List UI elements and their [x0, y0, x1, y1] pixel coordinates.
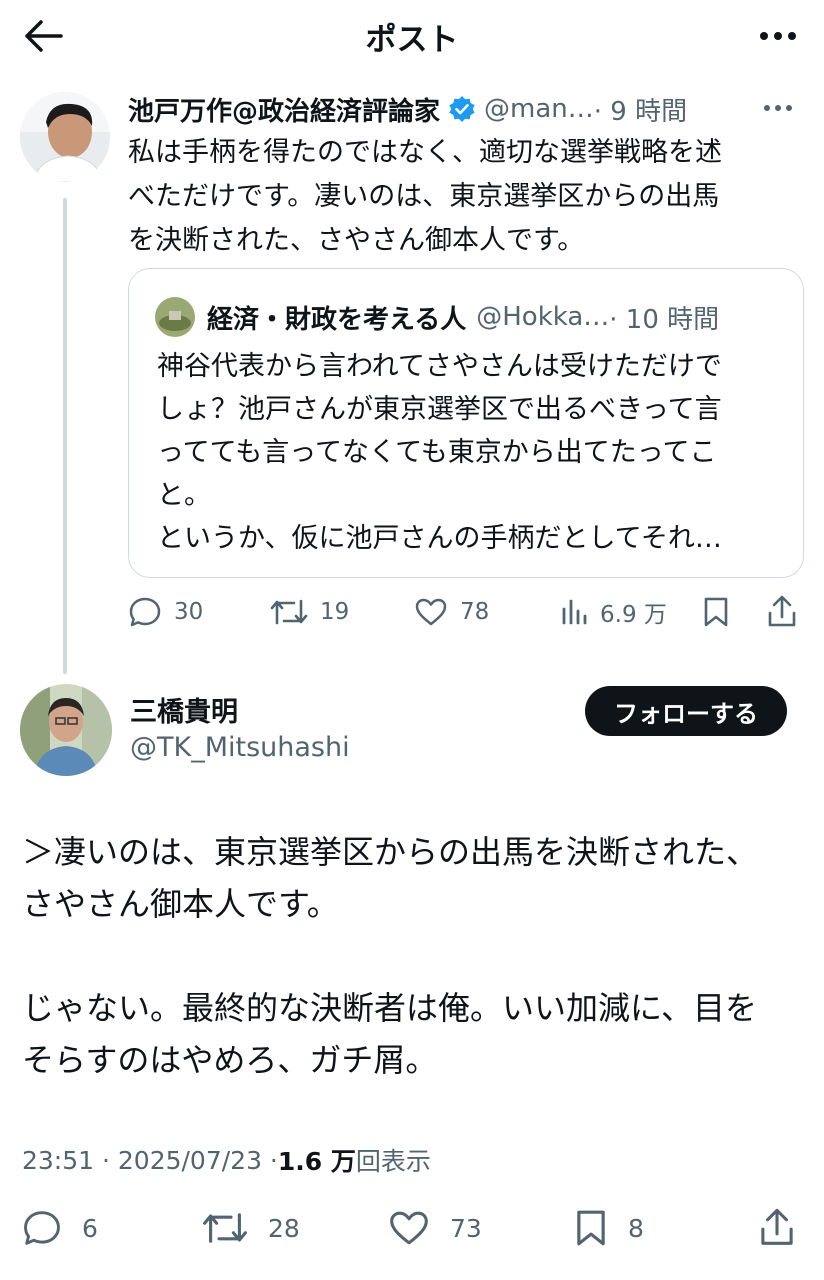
parent-post-header: 池戸万作@政治経済評論家 @man… · 9 時間	[128, 88, 808, 130]
verified-badge-icon	[448, 95, 476, 123]
quoted-avatar	[155, 297, 195, 337]
quoted-post-time: · 10 時間	[609, 304, 720, 335]
more-options-button[interactable]	[754, 16, 802, 56]
like-count: 73	[450, 1213, 482, 1243]
main-action-bar: 6 28 73 8	[0, 1206, 824, 1258]
parent-post-text: 私は手柄を得たのではなく、適切な選挙戦略を述 べただけです。凄いのは、東京選挙区…	[128, 137, 722, 256]
post-meta: 23:51 · 2025/07/23 · 1.6 万 回表示	[22, 1142, 431, 1178]
bookmark-count: 8	[628, 1213, 644, 1243]
bookmark-icon	[577, 1210, 605, 1246]
share-icon	[768, 595, 796, 627]
views-label: 回表示	[355, 1147, 431, 1176]
reply-icon	[24, 1211, 60, 1245]
like-button[interactable]: 73	[388, 1206, 482, 1250]
avatar[interactable]	[20, 92, 110, 182]
main-author-handle[interactable]: @TK_Mitsuhashi	[130, 732, 350, 763]
repost-count: 19	[320, 599, 350, 625]
bookmark-icon	[704, 597, 728, 627]
reply-button[interactable]: 6	[22, 1206, 98, 1250]
page-title: ポスト	[365, 22, 459, 58]
quoted-author-handle: @Hokka…	[476, 302, 610, 332]
parent-more-button[interactable]	[760, 90, 796, 126]
reply-count: 6	[82, 1213, 98, 1243]
views-count: 1.6 万	[277, 1147, 356, 1176]
more-horizontal-icon	[764, 105, 792, 111]
parent-post-time[interactable]: · 9 時間	[594, 91, 687, 128]
quoted-post-text: 神谷代表から言われてさやさんは受けただけで しょ？池戸さんが東京選挙区で出るべき…	[157, 351, 722, 554]
quoted-post-header: 経済・財政を考える人 @Hokka… · 10 時間	[155, 297, 719, 337]
views-button[interactable]: 6.9 万	[560, 590, 667, 634]
more-horizontal-icon	[760, 32, 796, 40]
analytics-icon	[562, 599, 587, 625]
share-button[interactable]	[766, 590, 798, 634]
heart-icon	[415, 598, 447, 626]
top-bar: ポスト	[0, 0, 824, 72]
like-count: 78	[460, 599, 490, 625]
follow-button[interactable]: フォローする	[585, 686, 787, 736]
parent-author-name[interactable]: 池戸万作@政治経済評論家	[128, 91, 440, 128]
quoted-author-name: 経済・財政を考える人	[207, 304, 467, 335]
like-button[interactable]: 78	[414, 590, 489, 634]
heart-icon	[390, 1211, 428, 1245]
repost-button[interactable]: 19	[270, 590, 349, 634]
repost-icon	[203, 1213, 247, 1243]
reply-count: 30	[174, 599, 204, 625]
view-count: 6.9 万	[600, 602, 667, 628]
avatar[interactable]	[20, 684, 112, 776]
repost-count: 28	[268, 1213, 300, 1243]
repost-button[interactable]: 28	[202, 1206, 300, 1250]
share-button[interactable]	[758, 1206, 796, 1250]
bookmark-button[interactable]: 8	[574, 1206, 644, 1250]
thread-connector-line	[63, 198, 67, 674]
repost-icon	[270, 599, 308, 625]
main-post-text: ＞凄いのは、東京選挙区からの出馬を決断された、 さやさん御本人です。 じゃない。…	[22, 833, 759, 1079]
parent-action-bar: 30 19 78 6.9 万	[128, 590, 808, 634]
post-timestamp[interactable]: 23:51 · 2025/07/23 ·	[22, 1146, 278, 1175]
reply-button[interactable]: 30	[128, 590, 203, 634]
reply-icon	[129, 597, 161, 627]
share-icon	[761, 1208, 793, 1245]
quoted-post[interactable]: 経済・財政を考える人 @Hokka… · 10 時間 神谷代表から言われてさやさ…	[128, 268, 804, 578]
bookmark-button[interactable]	[702, 590, 730, 634]
main-author-name[interactable]: 三橋貴明	[130, 690, 238, 729]
parent-author-handle[interactable]: @man…	[484, 94, 594, 124]
